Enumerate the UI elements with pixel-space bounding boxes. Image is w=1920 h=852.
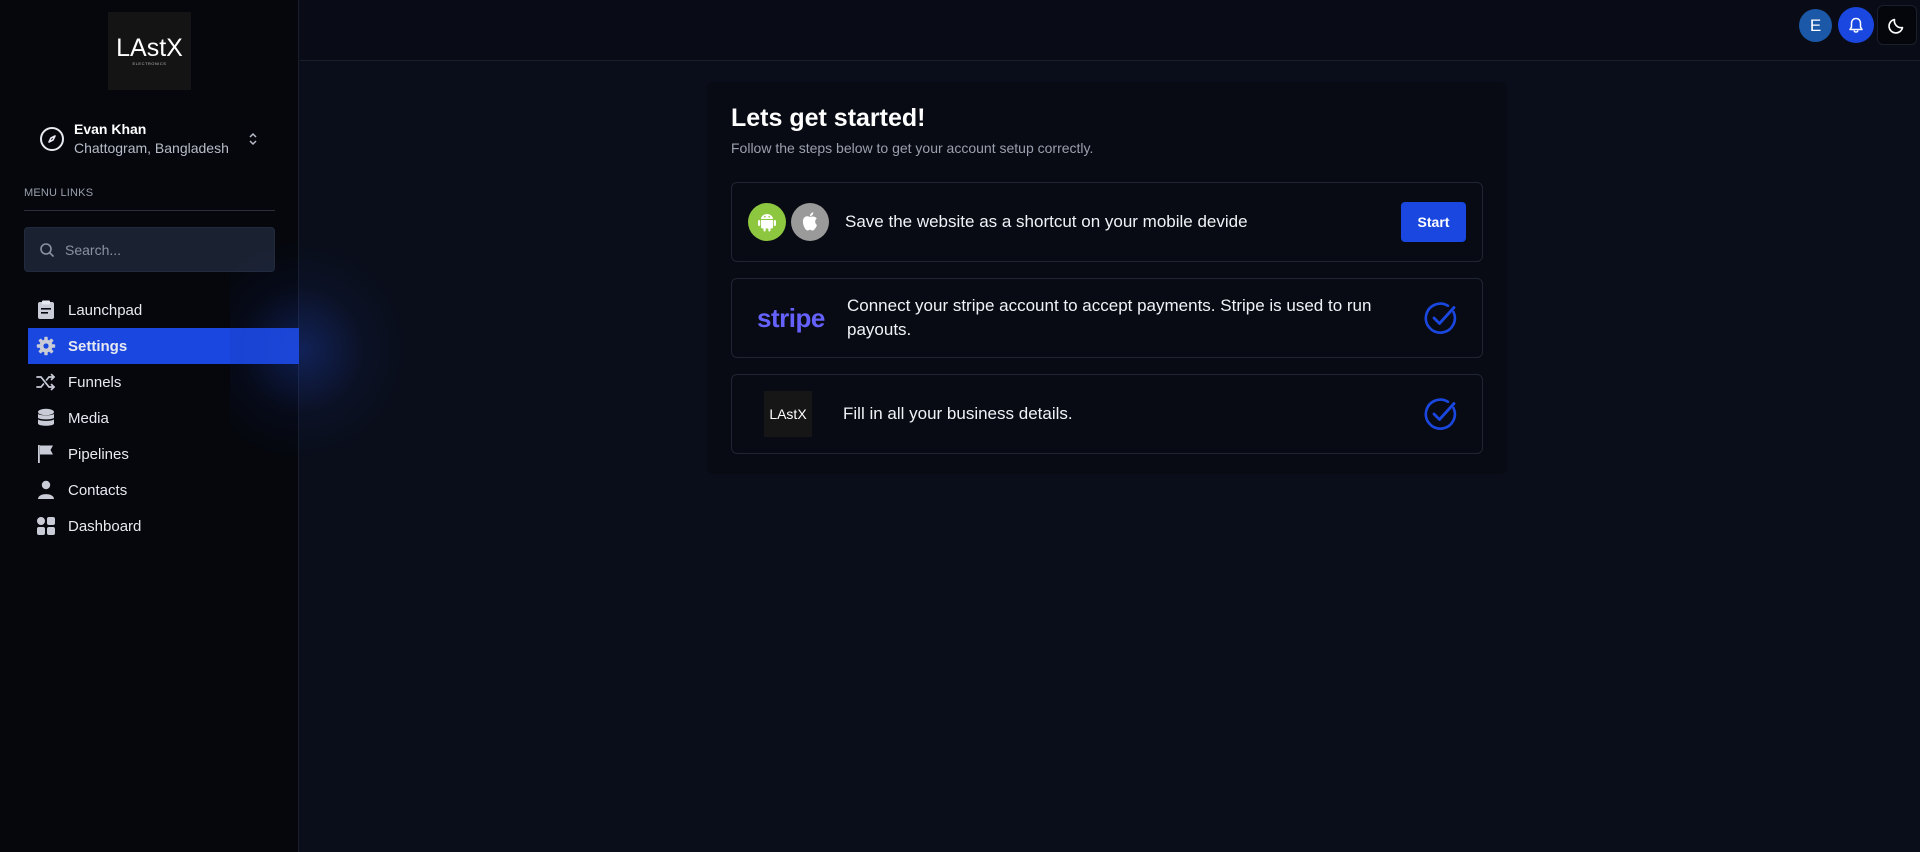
sidebar-item-funnels[interactable]: Funnels [28,364,299,400]
onboarding-card: Lets get started! Follow the steps below… [707,82,1507,474]
grid-icon [36,516,56,536]
avatar[interactable]: E [1799,9,1832,42]
page-title: Lets get started! [731,104,926,132]
sidebar-item-media[interactable]: Media [28,400,299,436]
sidebar-item-launchpad[interactable]: Launchpad [28,292,299,328]
check-circle-icon [1424,397,1458,431]
account-switcher[interactable]: Evan Khan Chattogram, Bangladesh [28,117,266,161]
clipboard-icon [36,300,56,320]
theme-toggle-button[interactable] [1877,5,1917,45]
step-business-details[interactable]: LAstX Fill in all your business details. [731,374,1483,454]
business-logo: LAstX [764,391,812,437]
moon-icon [1888,16,1906,34]
sidebar-nav: Launchpad Settings Funnels Media Pipelin… [28,292,299,544]
step-text: Save the website as a shortcut on your m… [845,212,1248,231]
sidebar-item-label: Media [68,409,109,427]
flag-icon [36,444,56,464]
menu-divider [24,210,275,211]
sidebar-item-label: Dashboard [68,517,142,535]
brand-logo[interactable]: LAstX ELECTRONICS [108,12,191,90]
step-text: Connect your stripe account to accept pa… [847,296,1372,339]
sidebar-item-dashboard[interactable]: Dashboard [28,508,299,544]
step-mobile-shortcut: Save the website as a shortcut on your m… [731,182,1483,262]
sidebar-item-contacts[interactable]: Contacts [28,472,299,508]
search-input[interactable] [65,241,265,258]
sidebar-item-label: Pipelines [68,445,129,463]
compass-icon [40,127,64,151]
search-icon [39,242,55,258]
app-root: LAstX ELECTRONICS Evan Khan Chattogram, … [0,0,1920,852]
account-name: Evan Khan [74,121,147,137]
sidebar: LAstX ELECTRONICS Evan Khan Chattogram, … [0,0,299,852]
step-text: Fill in all your business details. [843,404,1073,423]
notifications-button[interactable] [1838,7,1874,43]
step-connect-stripe[interactable]: stripe Connect your stripe account to ac… [731,278,1483,358]
menu-heading: MENU LINKS [24,187,94,199]
sidebar-search [24,227,275,272]
bell-icon [1848,17,1864,34]
account-location: Chattogram, Bangladesh [74,140,229,156]
stripe-logo: stripe [757,302,825,333]
brand-logo-text: LAstX [116,34,183,62]
sidebar-item-label: Funnels [68,373,122,391]
person-icon [36,480,56,500]
brand-logo-subtext: ELECTRONICS [132,61,167,66]
sidebar-item-label: Launchpad [68,301,143,319]
check-circle-icon [1424,301,1458,335]
page-subtitle: Follow the steps below to get your accou… [731,140,1094,156]
apple-icon [791,203,829,241]
account-info: Evan Khan Chattogram, Bangladesh [74,120,246,158]
gear-icon [36,336,56,356]
database-icon [36,408,56,428]
sidebar-item-label: Settings [68,337,128,355]
sidebar-item-settings[interactable]: Settings [28,328,299,364]
chevron-up-down-icon [246,129,260,149]
sidebar-item-label: Contacts [68,481,128,499]
shuffle-icon [36,372,56,392]
top-bar: E [300,0,1920,61]
start-button[interactable]: Start [1401,202,1466,242]
android-icon [748,203,786,241]
sidebar-item-pipelines[interactable]: Pipelines [28,436,299,472]
